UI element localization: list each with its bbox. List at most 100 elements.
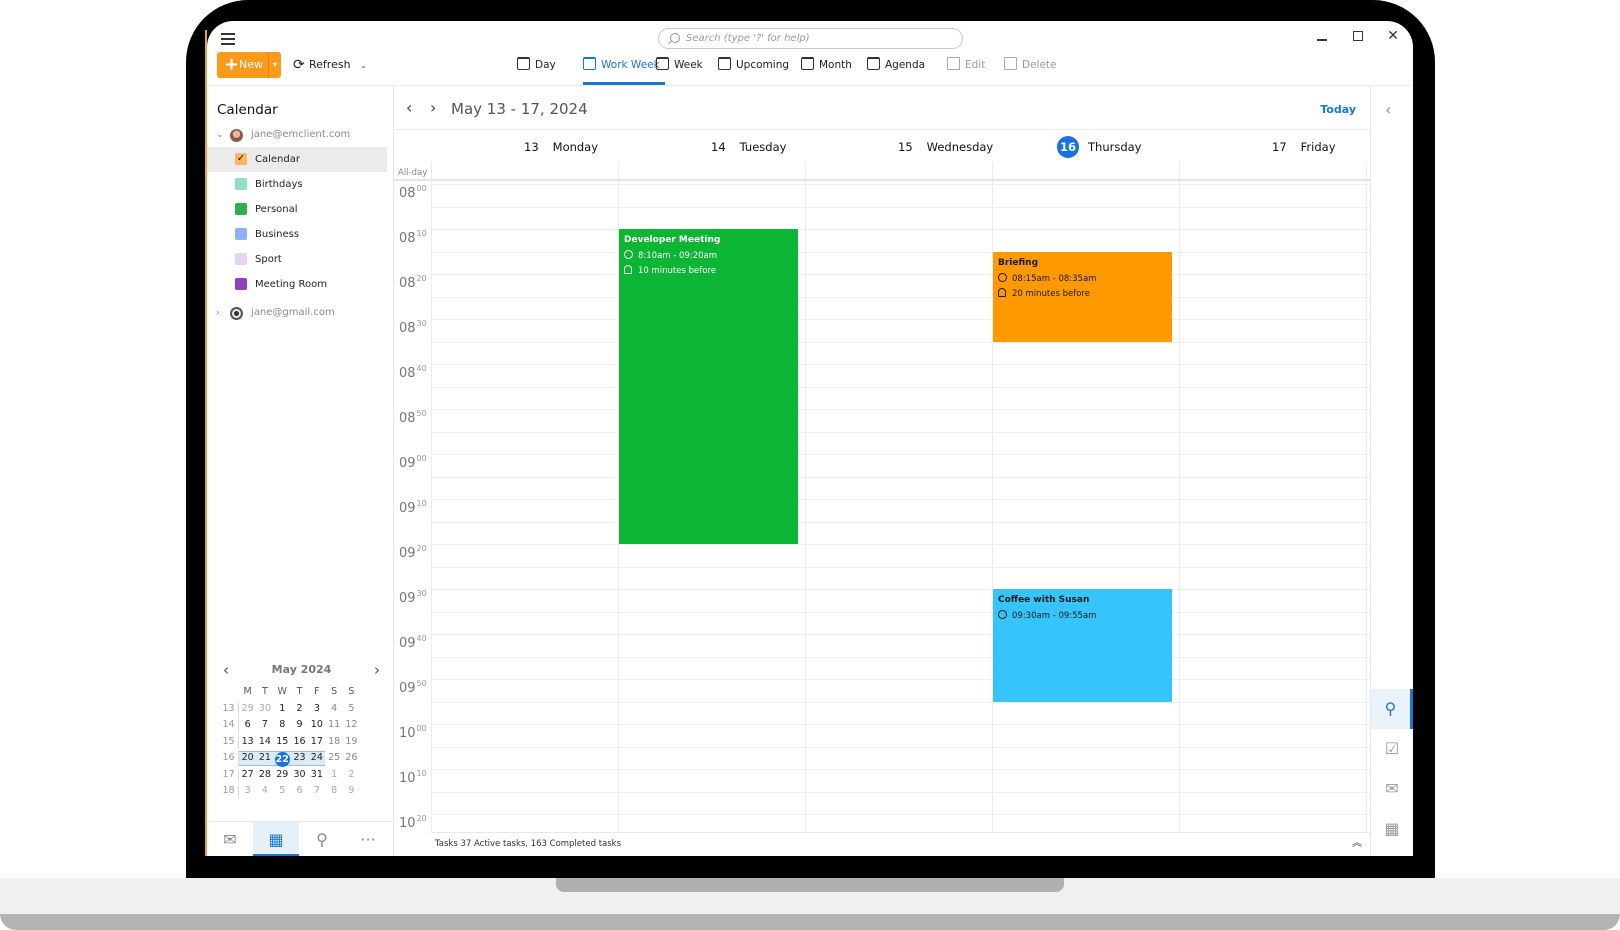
mini-day[interactable]: 1	[325, 768, 342, 783]
day-header-friday[interactable]: 17 Friday	[1272, 136, 1336, 158]
tab-agenda[interactable]: Agenda	[867, 52, 925, 78]
collapse-icon[interactable]: ︽	[1352, 833, 1362, 855]
mini-day[interactable]: 24	[308, 751, 326, 766]
mini-day[interactable]: 20	[239, 751, 257, 766]
mini-day[interactable]: 19	[343, 735, 360, 750]
new-dropdown-button[interactable]: ▾	[268, 52, 281, 78]
calendar-item[interactable]: Personal	[207, 197, 387, 222]
mini-day[interactable]: 31	[308, 768, 325, 783]
nav-contacts-button[interactable]: ⚲	[299, 822, 345, 856]
account-row-gmail[interactable]: › jane@gmail.com	[207, 302, 394, 324]
mini-day[interactable]: 7	[256, 718, 273, 733]
tab-week[interactable]: Week	[656, 52, 703, 78]
event-developer-meeting[interactable]: Developer Meeting 8:10am - 09:20am 10 minu…	[619, 229, 798, 544]
mini-day[interactable]: 14	[256, 735, 273, 750]
chevron-right-icon[interactable]: ›	[216, 302, 220, 324]
minimize-button[interactable]	[1309, 25, 1335, 47]
mini-day[interactable]: 3	[239, 784, 256, 799]
rail-contacts-button[interactable]: ⚲	[1371, 689, 1413, 729]
rail-tasks-button[interactable]: ☑	[1371, 729, 1413, 769]
new-button[interactable]: + New	[217, 52, 268, 78]
mini-day[interactable]: 17	[308, 735, 325, 750]
mini-day[interactable]: 4	[325, 702, 342, 717]
mini-day[interactable]: 2	[343, 768, 360, 783]
event-briefing[interactable]: Briefing 08:15am - 08:35am 20 minutes befo…	[993, 251, 1172, 342]
mini-day[interactable]: 3	[308, 702, 325, 717]
mini-day[interactable]: 7	[308, 784, 325, 799]
mini-day[interactable]: 23	[290, 751, 309, 766]
event-coffee-with-susan[interactable]: Coffee with Susan 09:30am - 09:55am	[993, 589, 1172, 702]
bell-icon	[998, 287, 1006, 297]
tab-work-week[interactable]: Work Week	[583, 52, 660, 78]
mini-day[interactable]: 6	[291, 784, 308, 799]
chevron-down-icon[interactable]: ⌄	[216, 124, 224, 146]
mini-day[interactable]: 28	[256, 768, 273, 783]
mini-day[interactable]: 21	[256, 751, 274, 766]
color-swatch[interactable]	[235, 253, 247, 265]
mini-day[interactable]: 25	[325, 751, 342, 766]
mini-day[interactable]: 9	[343, 784, 360, 799]
day-header-wednesday[interactable]: 15 Wednesday	[898, 136, 993, 158]
mini-day[interactable]: 2	[291, 702, 308, 717]
mini-day[interactable]: 4	[256, 784, 273, 799]
mini-day[interactable]: 16	[291, 735, 308, 750]
rail-mail-button[interactable]: ✉	[1371, 769, 1413, 809]
mini-day[interactable]: 1	[274, 702, 291, 717]
mini-day[interactable]: 5	[274, 784, 291, 799]
nav-mail-button[interactable]: ✉	[207, 822, 253, 856]
day-header-monday[interactable]: 13 Monday	[524, 136, 598, 158]
calendar-item[interactable]: Business	[207, 222, 387, 247]
mini-next-month-button[interactable]: ›	[374, 659, 380, 681]
mini-day[interactable]: 12	[343, 718, 360, 733]
search-input[interactable]: Search (type '?' for help)	[658, 28, 963, 49]
calendar-item[interactable]: Birthdays	[207, 172, 387, 197]
calendar-item[interactable]: Sport	[207, 247, 387, 272]
mini-day[interactable]: 9	[291, 718, 308, 733]
day-header-tuesday[interactable]: 14 Tuesday	[711, 136, 786, 158]
color-swatch[interactable]	[235, 278, 247, 290]
nav-calendar-button[interactable]: ▦	[253, 822, 299, 856]
mini-prev-month-button[interactable]: ‹	[223, 659, 229, 681]
hamburger-menu-icon[interactable]	[221, 33, 235, 45]
mail-icon: ✉	[223, 830, 237, 849]
maximize-button[interactable]	[1345, 25, 1371, 47]
calendar-item[interactable]: Meeting Room	[207, 272, 387, 297]
mini-day[interactable]: 18	[325, 735, 342, 750]
mini-day[interactable]: 30	[256, 702, 273, 717]
mini-day[interactable]: 27	[239, 768, 256, 783]
mini-day[interactable]: 6	[239, 718, 256, 733]
time-hour: 08	[399, 411, 416, 426]
color-swatch[interactable]	[235, 228, 247, 240]
mini-day[interactable]: 26	[343, 751, 360, 766]
account-row-emclient[interactable]: ⌄ jane@emclient.com	[207, 124, 394, 146]
tab-upcoming[interactable]: Upcoming	[718, 52, 789, 78]
mini-day-today[interactable]: 22	[273, 751, 291, 767]
today-button[interactable]: Today	[1320, 103, 1356, 116]
calendar-item[interactable]: ✓ Calendar	[207, 147, 387, 172]
mini-day[interactable]: 29	[239, 702, 256, 717]
color-swatch[interactable]	[235, 178, 247, 190]
refresh-button[interactable]: ⟳ Refresh ⌄	[293, 55, 367, 75]
rail-calendar-button[interactable]: ▦	[1371, 809, 1413, 849]
checkbox-checked-icon[interactable]: ✓	[235, 153, 247, 165]
mini-day[interactable]: 5	[343, 702, 360, 717]
mini-day[interactable]: 8	[325, 784, 342, 799]
prev-week-button[interactable]: ‹	[406, 98, 412, 117]
mini-day[interactable]: 13	[239, 735, 256, 750]
next-week-button[interactable]: ›	[430, 98, 436, 117]
mini-day[interactable]: 11	[325, 718, 342, 733]
tab-day[interactable]: Day	[517, 52, 556, 78]
mini-day[interactable]: 29	[274, 768, 291, 783]
mini-day[interactable]: 8	[274, 718, 291, 733]
nav-more-button[interactable]: ···	[345, 822, 391, 856]
day-header-thursday[interactable]: 16 Thursday	[1057, 136, 1141, 158]
collapse-panel-button[interactable]: ‹	[1385, 100, 1391, 119]
mini-day[interactable]: 15	[274, 735, 291, 750]
tab-label: Edit	[965, 59, 986, 71]
mini-day[interactable]: 10	[308, 718, 325, 733]
tab-month[interactable]: Month	[801, 52, 852, 78]
close-button[interactable]: ✕	[1380, 25, 1406, 47]
mini-day[interactable]: 30	[291, 768, 308, 783]
color-swatch[interactable]	[235, 203, 247, 215]
mini-calendar: ‹ May 2024 › M T W T F S S 13 29 30 1 2 3 4 5 14 6 7 8 9 10 1…	[219, 659, 384, 799]
